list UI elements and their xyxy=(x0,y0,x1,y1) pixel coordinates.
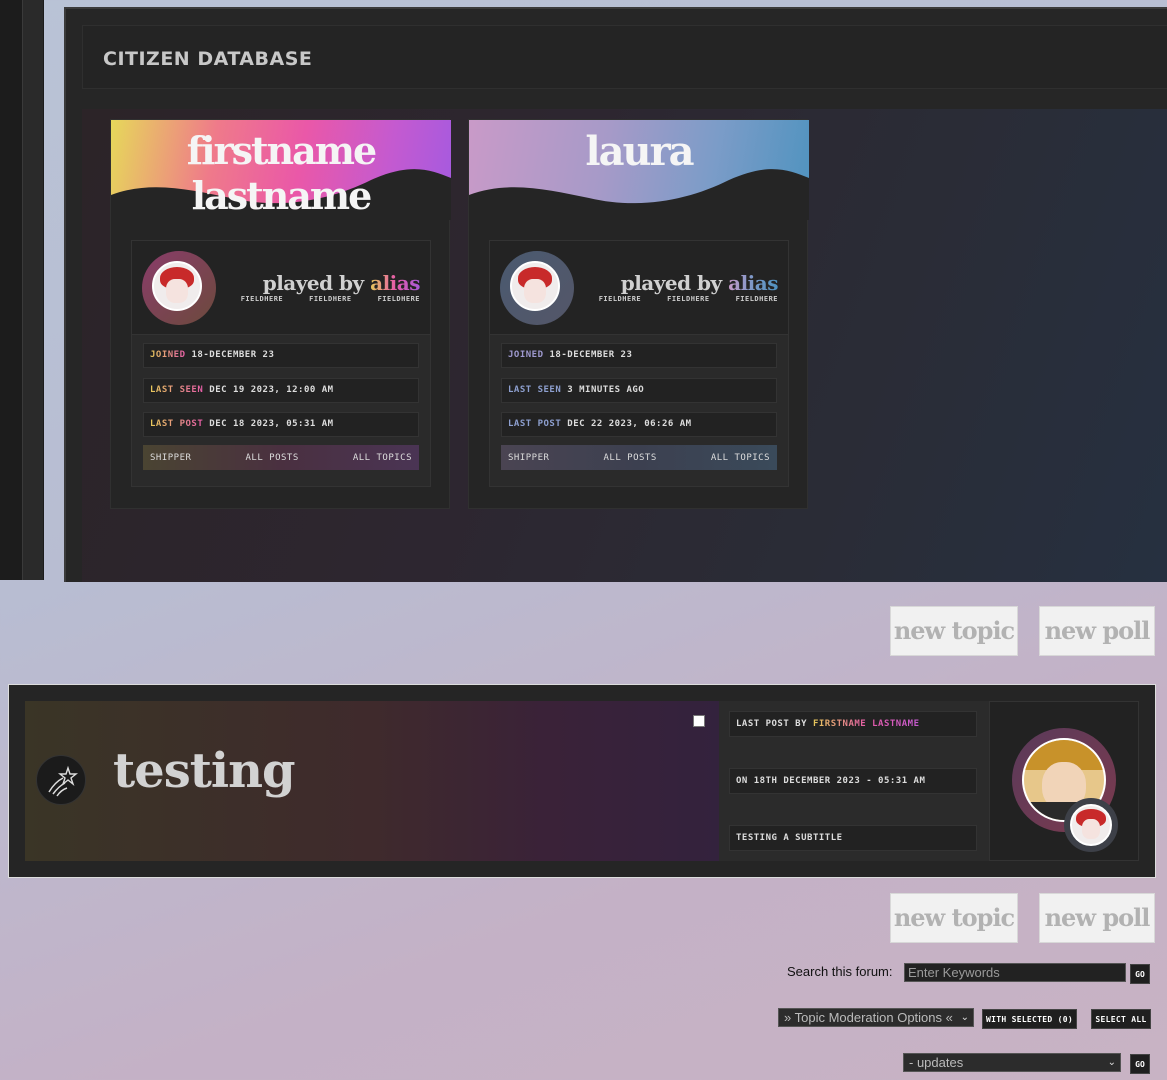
avatar[interactable] xyxy=(142,251,216,325)
topic-main: testing xyxy=(25,701,719,861)
last-post-by: LAST POST BY FIRSTNAME LASTNAME xyxy=(729,711,977,737)
played-by-prefix: played by xyxy=(620,271,722,295)
member-card: laura played by alias FIELDHERE FIELDHER… xyxy=(468,119,809,509)
last-seen-stat: LAST SEEN DEC 19 2023, 12:00 AM xyxy=(143,378,419,403)
joined-stat: JOINED 18-DECEMBER 23 xyxy=(143,343,419,368)
profile-field: FIELDHERE xyxy=(240,295,284,303)
topic-row: testing LAST POST BY FIRSTNAME LASTNAME … xyxy=(8,684,1156,878)
profile-field: FIELDHERE xyxy=(377,295,420,303)
profile-box: played by alias FIELDHERE FIELDHERE FIEL… xyxy=(489,240,789,335)
avatar-image xyxy=(152,261,202,311)
new-topic-button[interactable]: new topic xyxy=(890,893,1018,943)
profile-field: FIELDHERE xyxy=(667,295,710,303)
last-seen-stat: LAST SEEN 3 MINUTES AGO xyxy=(501,378,777,403)
last-post-value: DEC 22 2023, 06:26 AM xyxy=(567,419,692,429)
all-posts-link[interactable]: ALL POSTS xyxy=(245,453,298,463)
topic-select-checkbox[interactable] xyxy=(693,715,705,727)
topic-info: LAST POST BY FIRSTNAME LASTNAME ON 18TH … xyxy=(719,701,989,861)
search-label: Search this forum: xyxy=(787,964,893,979)
background-strip-inner xyxy=(22,0,43,580)
background-sidebar-strip xyxy=(0,0,44,580)
joined-stat: JOINED 18-DECEMBER 23 xyxy=(501,343,777,368)
shooting-star-icon xyxy=(36,755,86,805)
played-by-text: played by alias xyxy=(620,271,779,295)
joined-value: 18-DECEMBER 23 xyxy=(191,350,275,360)
topic-subtitle: TESTING A SUBTITLE xyxy=(729,825,977,851)
with-selected-button[interactable]: WITH SELECTED (0) xyxy=(982,1009,1077,1029)
profile-field: FIELDHERE xyxy=(309,295,352,303)
card-links-bar: SHIPPER ALL POSTS ALL TOPICS xyxy=(501,445,777,470)
last-seen-value: DEC 19 2023, 12:00 AM xyxy=(209,385,334,395)
search-go-button[interactable]: GO xyxy=(1130,964,1150,984)
all-posts-link[interactable]: ALL POSTS xyxy=(603,453,656,463)
last-post-stat: LAST POST DEC 18 2023, 05:31 AM xyxy=(143,412,419,437)
played-by-alias[interactable]: alias xyxy=(728,271,778,295)
member-cards-area: firstname lastname played by alias FIELD… xyxy=(82,109,1167,582)
member-card: firstname lastname played by alias FIELD… xyxy=(110,119,451,509)
last-post-stat: LAST POST DEC 22 2023, 06:26 AM xyxy=(501,412,777,437)
avatar[interactable] xyxy=(1064,798,1118,852)
last-post-label: LAST POST xyxy=(508,419,562,429)
jump-go-button[interactable]: GO xyxy=(1130,1054,1150,1074)
topic-moderation-select[interactable]: » Topic Moderation Options « ⌄ xyxy=(778,1008,974,1027)
stats-box: JOINED 18-DECEMBER 23 LAST SEEN DEC 19 202… xyxy=(131,334,431,487)
shipper-link[interactable]: SHIPPER xyxy=(150,453,191,463)
select-all-button[interactable]: SELECT ALL xyxy=(1091,1009,1151,1029)
profile-field: FIELDHERE xyxy=(735,295,778,303)
member-name[interactable]: laura xyxy=(469,128,809,175)
new-topic-button[interactable]: new topic xyxy=(890,606,1018,656)
card-banner: laura xyxy=(469,120,809,220)
last-post-date[interactable]: ON 18TH DECEMBER 2023 - 05:31 AM xyxy=(729,768,977,794)
last-post-label: LAST POST xyxy=(150,419,204,429)
played-by-prefix: played by xyxy=(262,271,364,295)
profile-box: played by alias FIELDHERE FIELDHERE FIEL… xyxy=(131,240,431,335)
member-name[interactable]: firstname lastname xyxy=(111,128,451,218)
profile-fields: FIELDHERE FIELDHERE FIELDHERE xyxy=(599,295,778,303)
joined-label: JOINED xyxy=(508,350,544,360)
new-poll-button[interactable]: new poll xyxy=(1039,606,1155,656)
citizen-database-panel: CITIZEN DATABASE firstname lastname play… xyxy=(64,7,1167,582)
played-by-alias[interactable]: alias xyxy=(370,271,420,295)
profile-fields: FIELDHERE FIELDHERE FIELDHERE xyxy=(241,295,420,303)
last-post-by-label: LAST POST BY xyxy=(736,719,808,729)
all-topics-link[interactable]: ALL TOPICS xyxy=(353,453,412,463)
last-seen-value: 3 MINUTES AGO xyxy=(567,385,645,395)
card-links-bar: SHIPPER ALL POSTS ALL TOPICS xyxy=(143,445,419,470)
avatar-image xyxy=(510,261,560,311)
avatar[interactable] xyxy=(500,251,574,325)
forum-jump-select[interactable]: - updates ⌄ xyxy=(903,1053,1121,1072)
stats-box: JOINED 18-DECEMBER 23 LAST SEEN 3 MINUTES … xyxy=(489,334,789,487)
search-input[interactable]: Enter Keywords xyxy=(904,963,1126,982)
joined-label: JOINED xyxy=(150,350,186,360)
new-poll-button[interactable]: new poll xyxy=(1039,893,1155,943)
avatar-image xyxy=(1070,804,1112,846)
database-header: CITIZEN DATABASE xyxy=(82,25,1167,89)
all-topics-link[interactable]: ALL TOPICS xyxy=(711,453,770,463)
joined-value: 18-DECEMBER 23 xyxy=(549,350,633,360)
last-poster-avatars xyxy=(989,701,1139,861)
jump-select-value: - updates xyxy=(909,1055,964,1070)
chevron-down-icon: ⌄ xyxy=(960,1012,969,1023)
played-by-text: played by alias xyxy=(262,271,421,295)
card-banner: firstname lastname xyxy=(111,120,451,220)
shipper-link[interactable]: SHIPPER xyxy=(508,453,549,463)
chevron-down-icon: ⌄ xyxy=(1107,1057,1116,1068)
moderation-select-value: » Topic Moderation Options « xyxy=(784,1010,953,1025)
profile-field: FIELDHERE xyxy=(598,295,642,303)
last-seen-label: LAST SEEN xyxy=(508,385,562,395)
last-post-value: DEC 18 2023, 05:31 AM xyxy=(209,419,334,429)
page-title: CITIZEN DATABASE xyxy=(103,48,313,70)
topic-title-link[interactable]: testing xyxy=(113,743,296,799)
last-post-by-name[interactable]: FIRSTNAME LASTNAME xyxy=(813,719,920,729)
last-seen-label: LAST SEEN xyxy=(150,385,204,395)
